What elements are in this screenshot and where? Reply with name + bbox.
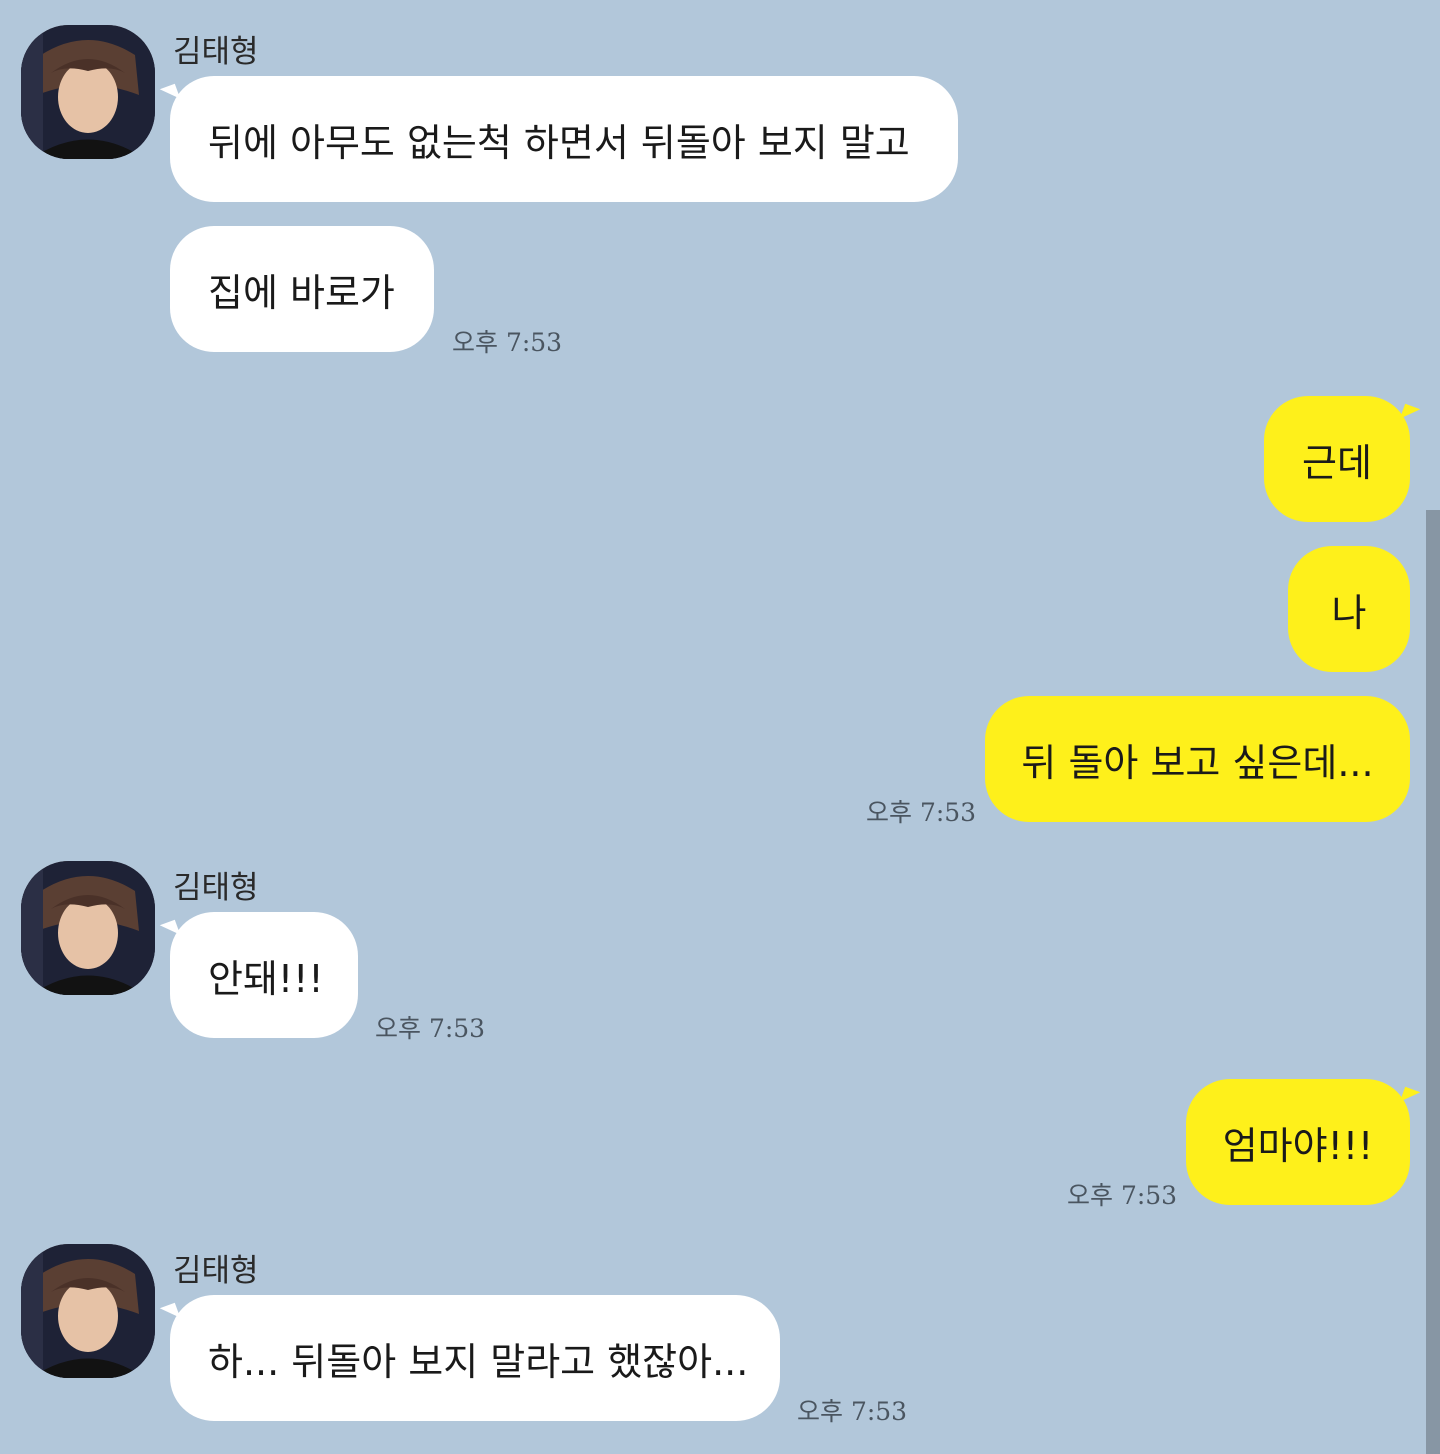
message-time: 오후 7:53 [797,1397,908,1426]
message-text: 나 [1331,590,1367,635]
message-time: 오후 7:53 [452,328,563,357]
profile-photo-icon [21,25,155,159]
message-time: 오후 7:53 [375,1014,486,1043]
avatar[interactable] [21,25,155,159]
message-bubble[interactable]: 나 [1288,546,1410,672]
message-bubble[interactable]: 뒤에 아무도 없는척 하면서 뒤돌아 보지 말고 [170,76,958,202]
message-time: 오후 7:53 [866,798,977,827]
sender-name: 김태형 [173,34,259,70]
message-bubble[interactable]: 안돼!!! [170,912,358,1038]
avatar[interactable] [21,1244,155,1378]
sender-name: 김태형 [173,1253,259,1289]
scrollbar[interactable] [1426,510,1440,1454]
profile-photo-icon [21,1244,155,1378]
message-text: 하... 뒤돌아 보지 말라고 했잖아... [208,1339,749,1384]
message-bubble[interactable]: 하... 뒤돌아 보지 말라고 했잖아... [170,1295,780,1421]
message-bubble[interactable]: 뒤 돌아 보고 싶은데... [985,696,1410,822]
message-time: 오후 7:53 [1067,1181,1178,1210]
message-bubble[interactable]: 근데 [1264,396,1410,522]
message-bubble[interactable]: 엄마야!!! [1186,1079,1410,1205]
message-bubble[interactable]: 집에 바로가 [170,226,434,352]
profile-photo-icon [21,861,155,995]
message-text: 근데 [1302,440,1372,485]
message-text: 안돼!!! [208,956,324,1001]
message-text: 집에 바로가 [208,270,395,315]
message-text: 뒤 돌아 보고 싶은데... [1021,740,1374,785]
avatar[interactable] [21,861,155,995]
message-text: 뒤에 아무도 없는척 하면서 뒤돌아 보지 말고 [208,120,910,165]
message-text: 엄마야!!! [1222,1123,1374,1168]
sender-name: 김태형 [173,870,259,906]
